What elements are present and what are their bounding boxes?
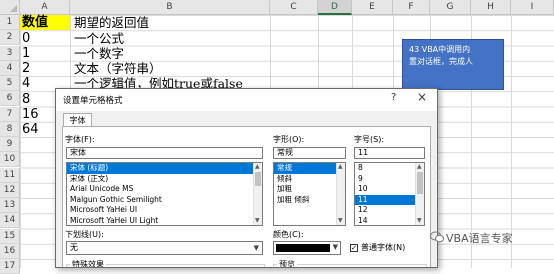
font-input[interactable]: 宋体 (66, 147, 263, 159)
size-list-item[interactable]: 14 (355, 216, 424, 226)
scroll-down-icon[interactable]: ▼ (417, 218, 422, 224)
cell-b1[interactable]: 期望的返回值 (74, 15, 149, 31)
row-header[interactable]: 3 (0, 45, 20, 61)
close-icon[interactable]: × (417, 90, 427, 104)
cell-b2[interactable]: 一个公式 (74, 31, 124, 47)
color-dropdown[interactable]: ▼ (273, 241, 341, 255)
column-header-h[interactable]: H (471, 0, 511, 15)
cell-a3[interactable]: 1 (20, 46, 70, 62)
row-header[interactable]: 17 (0, 259, 20, 274)
scroll-up-icon[interactable]: ▲ (338, 164, 343, 170)
style-list-item[interactable]: 常规 (274, 163, 345, 174)
scroll-down-icon[interactable]: ▼ (255, 218, 260, 224)
font-list-item[interactable]: 宋体 (标题) (67, 163, 262, 174)
font-tab-panel: 字体(F): 宋体 宋体 (标题) 宋体 (正文) Arial Unicode … (62, 126, 431, 268)
textbox-shape[interactable]: 43 VBA中调用内 置对话框，完成人 (402, 39, 504, 90)
size-list-item[interactable]: 12 (355, 205, 424, 216)
row-header[interactable]: 12 (0, 182, 20, 198)
column-header-b[interactable]: B (70, 0, 270, 15)
style-list[interactable]: 常规 倾斜 加粗 加粗 倾斜 ▲ ▼ (273, 162, 346, 226)
column-header-f[interactable]: F (393, 0, 430, 15)
row-header[interactable]: 16 (0, 243, 20, 259)
cell-b4[interactable]: 文本（字符串） (74, 61, 162, 77)
font-label: 字体(F): (65, 135, 95, 144)
row-header[interactable]: 5 (0, 76, 20, 91)
column-header-e[interactable]: E (352, 0, 393, 15)
size-list-item[interactable]: 11 (355, 194, 424, 205)
row-header[interactable]: 7 (0, 106, 20, 122)
style-list-scrollbar[interactable]: ▲ ▼ (336, 163, 345, 225)
size-list-item[interactable]: 9 (355, 174, 424, 185)
color-swatch (276, 244, 330, 252)
font-list-item[interactable]: Arial Unicode MS (67, 184, 262, 195)
chevron-down-icon: ▼ (332, 243, 338, 251)
shape-text-line2: 置对话框，完成人 (409, 57, 473, 66)
font-list-item[interactable]: Microsoft YaHei UI Light (67, 216, 262, 226)
normal-font-checkbox[interactable]: ✓ (350, 244, 358, 252)
font-list-item[interactable]: Malgun Gothic Semilight (67, 195, 262, 206)
column-header-c[interactable]: C (270, 0, 318, 15)
watermark-text: VBA语言专家 (446, 232, 513, 245)
size-list-item[interactable]: 8 (355, 163, 424, 174)
shape-text-line1: 43 VBA中调用内 (409, 45, 471, 54)
font-list-item[interactable]: Microsoft YaHei UI (67, 205, 262, 216)
row-header[interactable]: 15 (0, 228, 20, 244)
preview-label: 预览 (277, 259, 297, 268)
cell-a4[interactable]: 2 (20, 61, 70, 77)
underline-dropdown[interactable]: 无 ▼ (66, 241, 263, 255)
row-header[interactable]: 9 (0, 137, 20, 152)
style-label: 字形(O): (273, 135, 305, 144)
color-label: 颜色(C): (273, 230, 304, 239)
scroll-down-icon[interactable]: ▼ (338, 218, 343, 224)
size-list[interactable]: 8 9 10 11 12 14 ▲ ▼ (354, 162, 425, 226)
scroll-up-icon[interactable]: ▲ (417, 164, 422, 170)
cell-a1[interactable]: 数值 (20, 15, 70, 30)
scroll-thumb[interactable] (255, 172, 261, 186)
size-label: 字号(S): (354, 135, 385, 144)
wechat-icon (430, 231, 444, 243)
row-header[interactable]: 11 (0, 167, 20, 183)
row-header[interactable]: 1 (0, 15, 20, 30)
size-list-scrollbar[interactable]: ▲ ▼ (415, 163, 424, 225)
row-header[interactable]: 13 (0, 198, 20, 213)
select-all-corner[interactable] (0, 0, 20, 15)
size-list-item[interactable]: 10 (355, 184, 424, 195)
style-input[interactable]: 常规 (273, 147, 346, 159)
tab-font[interactable]: 字体 (63, 113, 92, 127)
font-list[interactable]: 宋体 (标题) 宋体 (正文) Arial Unicode MS Malgun … (66, 162, 263, 226)
cell-b3[interactable]: 一个数字 (74, 46, 124, 62)
row-header[interactable]: 4 (0, 60, 20, 76)
chevron-down-icon: ▼ (253, 244, 259, 252)
underline-value: 无 (70, 243, 78, 252)
column-header-i[interactable]: I (511, 0, 554, 15)
row-header[interactable]: 10 (0, 152, 20, 168)
style-list-item[interactable]: 加粗 (274, 184, 345, 195)
scroll-thumb[interactable] (417, 172, 423, 194)
effects-label: 特殊效果 (70, 259, 106, 268)
font-list-scrollbar[interactable]: ▲ ▼ (253, 163, 262, 225)
column-header-a[interactable]: A (20, 0, 70, 15)
font-list-item[interactable]: 宋体 (正文) (67, 174, 262, 185)
column-header-d[interactable]: D (318, 0, 352, 15)
row-header[interactable]: 6 (0, 91, 20, 107)
row-header[interactable]: 14 (0, 213, 20, 229)
help-icon[interactable]: ? (391, 92, 396, 103)
row-header[interactable]: 8 (0, 121, 20, 137)
row-header[interactable]: 2 (0, 30, 20, 46)
column-header-g[interactable]: G (430, 0, 471, 15)
dialog-titlebar[interactable]: 设置单元格格式 ? × (56, 89, 437, 111)
scroll-up-icon[interactable]: ▲ (255, 164, 260, 170)
format-cells-dialog: 设置单元格格式 ? × 字体 字体(F): 宋体 宋体 (标题) 宋体 (正文)… (55, 88, 438, 268)
style-list-item[interactable]: 加粗 倾斜 (274, 195, 345, 206)
size-input[interactable]: 11 (354, 147, 425, 159)
underline-label: 下划线(U): (65, 230, 104, 239)
style-list-item[interactable]: 倾斜 (274, 174, 345, 185)
dialog-title: 设置单元格格式 (63, 96, 123, 106)
cell-a2[interactable]: 0 (20, 31, 70, 47)
normal-font-label[interactable]: 普通字体(N) (361, 243, 405, 253)
